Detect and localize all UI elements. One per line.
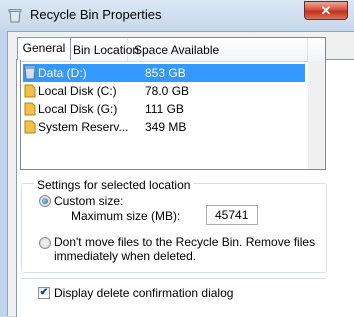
column-header-space[interactable]: Space Available [128,38,308,61]
properties-window: Recycle Bin Properties ✕ General Recycle… [0,0,354,317]
folder-icon [24,120,36,134]
settings-legend: Settings for selected location [34,178,194,192]
custom-size-label[interactable]: Custom size: [54,194,123,208]
close-button[interactable]: ✕ [304,1,348,20]
dont-move-label-line1[interactable]: Don't move files to the Recycle Bin. Rem… [54,235,315,249]
folder-icon [24,84,36,98]
dont-move-label-line2[interactable]: immediately when deleted. [54,249,196,263]
confirm-delete-label[interactable]: Display delete confirmation dialog [54,286,233,300]
recycle-bin-icon [24,65,36,80]
close-icon: ✕ [320,2,332,18]
list-scrollbar[interactable] [308,61,325,169]
list-item[interactable]: Data (D:) 853 GB [23,64,305,82]
list-item[interactable]: Local Disk (C:) 78.0 GB [23,82,305,100]
max-size-label: Maximum size (MB): [71,209,181,223]
list-item[interactable]: System Reserv... 349 MB [23,118,305,136]
list-item[interactable]: Local Disk (G:) 111 GB [23,100,305,118]
window-title: Recycle Bin Properties [30,7,162,22]
list-item-location: Local Disk (C:) [38,84,117,98]
list-item-space: 78.0 GB [145,84,190,98]
title-bar[interactable]: Recycle Bin Properties ✕ [0,0,354,31]
list-item-space: 349 MB [145,120,187,134]
divider [21,278,325,279]
dont-move-radio[interactable] [39,237,51,249]
max-size-input[interactable]: 45741 [206,205,258,225]
list-item-location: System Reserv... [38,120,129,134]
recycle-bin-icon [8,9,22,23]
confirm-delete-checkbox[interactable]: ✔ [38,287,50,299]
custom-size-radio[interactable] [39,195,51,207]
folder-icon [24,102,36,116]
list-item-space: 111 GB [145,102,184,116]
tab-general[interactable]: General [17,37,71,60]
list-item-space: 853 GB [145,66,186,80]
list-item-location: Local Disk (G:) [38,102,118,116]
list-item-location: Data (D:) [38,66,87,80]
checkmark-icon: ✔ [39,287,49,298]
